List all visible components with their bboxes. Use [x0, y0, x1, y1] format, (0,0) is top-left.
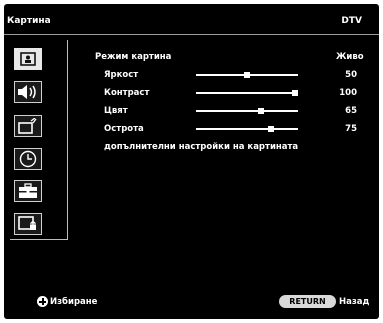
setting-label: Яркост — [104, 70, 139, 80]
picture-icon — [20, 52, 36, 66]
setting-value: 100 — [339, 88, 357, 98]
input-source: DTV — [341, 16, 362, 26]
picture-mode-label[interactable]: Режим картина — [95, 52, 171, 62]
advanced-picture-settings-link[interactable]: допълнителни настройки на картината — [104, 142, 298, 152]
footer-hints: Избиране RETURN Назад — [4, 289, 379, 319]
toolbox-icon — [19, 183, 37, 198]
sidebar-item-timer[interactable] — [14, 148, 42, 170]
header-divider — [4, 34, 379, 35]
picture-mode-value[interactable]: Живо — [336, 52, 364, 62]
sidebar-item-sound[interactable] — [14, 81, 42, 103]
speaker-icon — [18, 85, 36, 99]
back-hint-label: Назад — [339, 297, 370, 307]
slider-track[interactable] — [196, 110, 298, 112]
slider-track[interactable] — [196, 92, 298, 94]
setting-label: Цвят — [104, 106, 128, 116]
slider-knob[interactable] — [292, 90, 298, 96]
slider-knob[interactable] — [244, 72, 250, 78]
setting-value: 50 — [345, 70, 357, 80]
setting-label: Контраст — [104, 88, 150, 98]
sidebar-item-picture[interactable] — [14, 48, 42, 70]
sidebar — [10, 40, 68, 240]
sidebar-item-channel[interactable] — [14, 115, 42, 137]
clock-icon — [19, 150, 37, 168]
menu-header: Картина DTV — [4, 4, 379, 35]
setting-label: Острота — [104, 124, 144, 134]
select-hint-label: Избиране — [50, 297, 98, 307]
tv-osd-screen: Картина DTV Режим картина Живо Яркост 50… — [4, 4, 379, 319]
plus-button-icon — [37, 296, 48, 307]
slider-knob[interactable] — [268, 126, 274, 132]
setting-value: 75 — [345, 124, 357, 134]
sidebar-item-lock[interactable] — [14, 213, 42, 235]
setting-value: 65 — [345, 106, 357, 116]
slider-track[interactable] — [196, 128, 298, 130]
tv-antenna-icon — [18, 118, 37, 134]
return-key[interactable]: RETURN — [279, 295, 336, 308]
menu-title: Картина — [7, 16, 51, 26]
slider-knob[interactable] — [258, 108, 265, 114]
sidebar-item-setup[interactable] — [14, 180, 42, 202]
lock-screen-icon — [18, 216, 36, 230]
